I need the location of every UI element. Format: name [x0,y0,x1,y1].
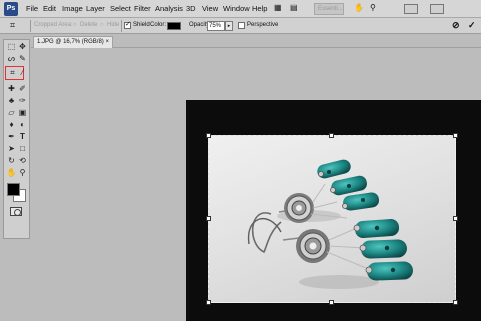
delete-radio-icon[interactable]: ○ [73,22,77,28]
close-tab-icon[interactable]: × [105,37,109,48]
history-brush-icon[interactable]: ✑ [17,96,28,106]
photoshop-logo: Ps [4,2,18,16]
quick-selection-icon[interactable]: ✎ [17,54,28,64]
menu-file[interactable]: File [26,4,38,13]
opacity-arrow-icon[interactable]: ▸ [225,21,233,31]
extras-icon[interactable]: ✋ [354,3,364,12]
crop-handle-left[interactable] [206,216,211,221]
brush-icon[interactable]: ✐ [17,84,28,94]
document-tab-title: 1.JPG @ 16,7% (RGB/8) [37,39,104,45]
crop-handle-right[interactable] [453,216,458,221]
options-bar: ⌗ Cropped Area: ○ Delete ○ Hide Shield C… [0,18,481,34]
healing-icon[interactable]: ✚ [6,84,17,94]
document-image[interactable] [186,100,481,321]
delete-option[interactable]: Delete [80,22,97,28]
menu-3d[interactable]: 3D [186,4,196,13]
crop-handle-top-right[interactable] [453,133,458,138]
zoom-icon[interactable]: ⚲ [17,168,28,178]
lasso-icon[interactable]: ᔕ [6,54,17,64]
menu-filter[interactable]: Filter [134,4,151,13]
shield-color-swatch[interactable] [167,22,181,30]
menu-layer[interactable]: Layer [86,4,105,13]
menu-window[interactable]: Window [223,4,250,13]
type-icon[interactable]: T [17,132,28,142]
mini-bridge-icon[interactable]: ▤ [290,3,298,12]
crop-shield-right [456,100,481,321]
crop-shield-top [208,100,456,135]
eyedropper-icon[interactable]: ⁄ [17,68,28,78]
hide-option[interactable]: Hide [107,22,119,28]
3d-orbit-icon[interactable]: ⟲ [17,156,28,166]
bridge-icon[interactable]: ▦ [274,3,282,12]
quick-mask-icon[interactable] [10,207,22,216]
zoom-tool-icon[interactable]: ⚲ [370,3,376,12]
crop-handle-top-left[interactable] [206,133,211,138]
color-label: Color: [150,22,167,28]
dodge-icon[interactable]: ◐ [17,120,28,130]
perspective-label: Perspective [247,22,279,28]
menu-help[interactable]: Help [252,4,267,13]
menu-edit[interactable]: Edit [43,4,56,13]
document-tab[interactable]: 1.JPG @ 16,7% (RGB/8) × [33,36,113,48]
menu-image[interactable]: Image [62,4,83,13]
screen-mode-icon[interactable] [430,4,444,14]
menu-view[interactable]: View [202,4,218,13]
foreground-color-swatch[interactable] [7,183,20,196]
menu-analysis[interactable]: Analysis [155,4,183,13]
opacity-input[interactable]: 75% [207,21,225,31]
crop-shield-left [186,100,208,321]
crop-selection[interactable] [208,135,456,303]
shape-icon[interactable]: □ [17,144,28,154]
crop-handle-bottom-right[interactable] [453,300,458,305]
3d-rotate-icon[interactable]: ↻ [6,156,17,166]
gradient-icon[interactable]: ▣ [17,108,28,118]
crop-handle-bottom-left[interactable] [206,300,211,305]
shield-label: Shield [133,22,150,28]
tools-panel: ⬚ ✥ ᔕ ✎ ⌗ ⁄ ✚ ✐ ♣ ✑ ▱ ▣ ♦ ◐ ✒ T ➤ □ ↻ ⟲ … [3,39,30,239]
hide-radio-icon[interactable]: ○ [100,22,104,28]
blur-icon[interactable]: ♦ [6,120,17,130]
options-separator [30,20,31,32]
crop-handle-bottom[interactable] [329,300,334,305]
perspective-checkbox[interactable] [238,22,245,29]
shield-checkbox[interactable] [124,20,131,29]
clone-stamp-icon[interactable]: ♣ [6,96,17,106]
cancel-icon[interactable]: ⊘ [452,20,460,31]
pen-icon[interactable]: ✒ [6,132,17,142]
cropped-area-label: Cropped Area: [34,22,73,28]
path-selection-icon[interactable]: ➤ [6,144,17,154]
menu-select[interactable]: Select [110,4,131,13]
options-separator [121,20,122,32]
move-icon[interactable]: ✥ [17,42,28,52]
earrings-photo [247,159,413,289]
eraser-icon[interactable]: ▱ [6,108,17,118]
workspace-select[interactable]: Essenti... [314,3,344,15]
hand-icon[interactable]: ✋ [6,168,17,178]
rectangular-marquee-icon[interactable]: ⬚ [6,42,17,52]
commit-icon[interactable]: ✓ [468,20,476,31]
menu-bar: Ps File Edit Image Layer Select Filter A… [0,0,481,18]
crop-tool-preset-icon[interactable]: ⌗ [10,20,15,31]
arrange-documents-icon[interactable] [404,4,418,14]
crop-handle-top[interactable] [329,133,334,138]
crop-shield-bottom [208,303,456,321]
